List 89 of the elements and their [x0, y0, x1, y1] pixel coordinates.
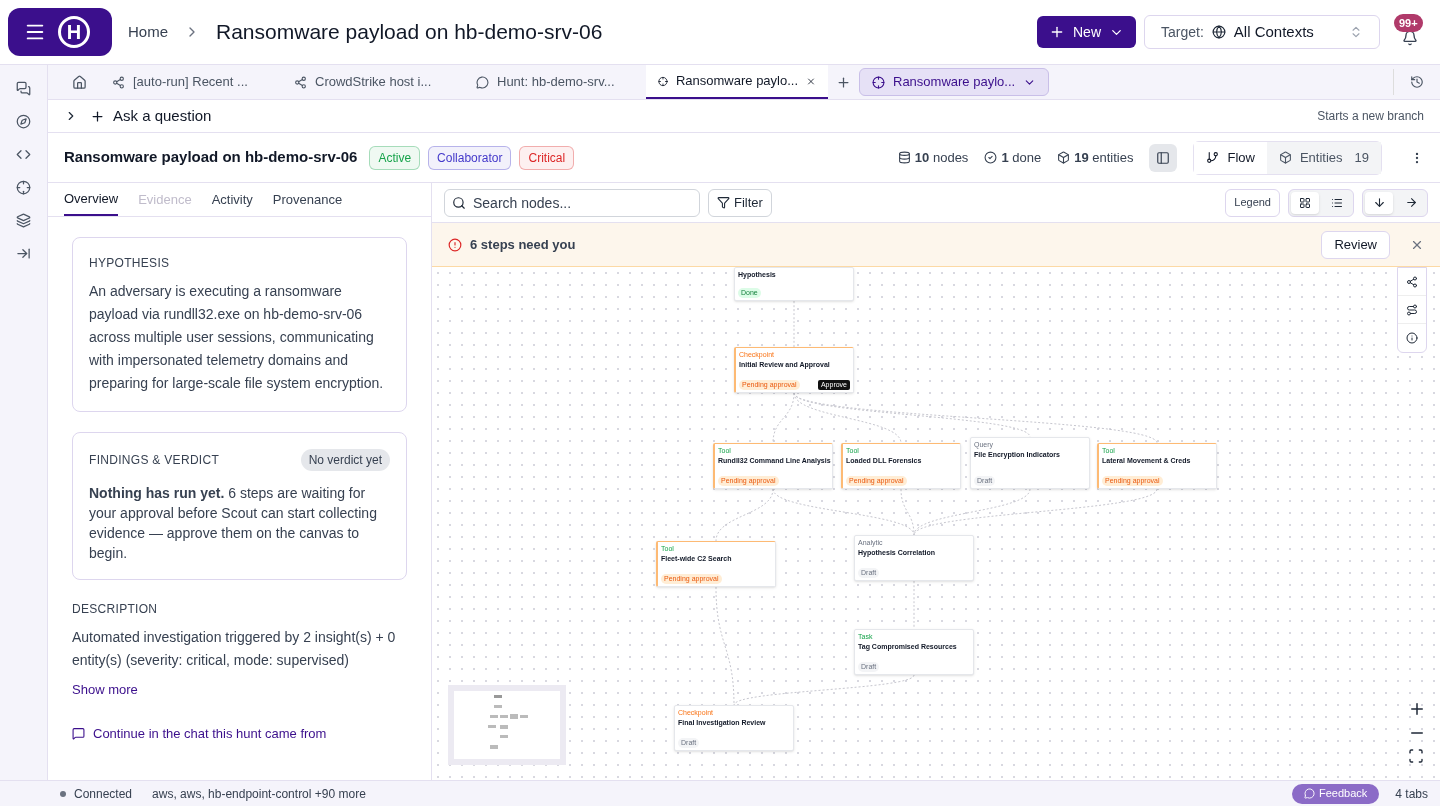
section-heading: DESCRIPTION: [72, 601, 159, 618]
view-toggle[interactable]: Entities 19: [1266, 141, 1381, 174]
database-icon: [897, 151, 911, 164]
crosshair-icon: [658, 74, 668, 88]
fit-view-icon[interactable]: [1408, 748, 1424, 764]
page-title: Ransomware payload on hb-demo-srv-06: [216, 19, 603, 46]
add-tab-icon[interactable]: [836, 74, 851, 90]
stat-text: 1 done: [1001, 148, 1042, 167]
alert-icon: [448, 237, 462, 252]
tab[interactable]: [auto-run] Recent ...: [100, 65, 282, 99]
findings-text: Nothing has run yet. 6 steps are waiting for your approval before Scout can start collecting evidence — approve them on the canvas to begin.: [89, 484, 378, 563]
new-button[interactable]: New: [1037, 16, 1136, 48]
expand-icon[interactable]: [16, 246, 31, 261]
breadcrumb-link[interactable]: Home: [128, 20, 168, 44]
legend-button[interactable]: Legend: [1225, 188, 1280, 217]
history-icon[interactable]: [1410, 75, 1424, 89]
review-button[interactable]: Review: [1321, 230, 1390, 259]
status-badge: Active: [369, 145, 421, 170]
search-field[interactable]: Search nodes...: [444, 188, 700, 217]
sources-text: aws, aws, hb-endpoint-control +90 more: [152, 785, 366, 803]
hunt-title: Ransomware payload on hb-demo-srv-06: [64, 147, 358, 168]
stat-text: 19 entities: [1074, 148, 1134, 167]
tab[interactable]: Ransomware paylo...: [646, 65, 828, 99]
plus-icon: [1049, 24, 1065, 40]
target-select[interactable]: Target: All Contexts: [1144, 15, 1380, 49]
home-icon: [72, 74, 87, 90]
chat-icon[interactable]: [16, 81, 31, 96]
share-icon: [294, 75, 307, 89]
tab[interactable]: CrowdStrike host i...: [282, 65, 464, 99]
filter-button[interactable]: Filter: [708, 188, 772, 217]
layers-icon[interactable]: [16, 213, 31, 228]
tab-label: Ransomware paylo...: [675, 72, 799, 91]
chat-link[interactable]: Continue in the chat this hunt came from: [72, 723, 407, 743]
compass-icon[interactable]: [16, 114, 31, 129]
card-heading: HYPOTHESIS: [89, 255, 171, 272]
notification-badge: 99+: [1394, 14, 1423, 32]
chat-icon: [1304, 788, 1315, 799]
panel-tab[interactable]: Activity: [211, 183, 253, 216]
arrow-down-icon: [1372, 196, 1386, 209]
panel-tab[interactable]: Overview: [64, 183, 119, 216]
cube-icon: [1278, 151, 1292, 164]
tab-label: CrowdStrike host i...: [315, 73, 432, 92]
check-circle-icon: [984, 151, 998, 164]
globe-icon: [1211, 25, 1226, 39]
plus-icon: [90, 108, 105, 124]
feedback-button[interactable]: Feedback: [1292, 783, 1380, 804]
banner-text: 6 steps need you: [470, 235, 576, 254]
tab-dropdown[interactable]: Ransomware paylo...: [859, 68, 1050, 96]
grid-icon: [1299, 196, 1311, 209]
filter-icon: [717, 196, 730, 209]
info-icon[interactable]: [1406, 332, 1418, 344]
share-icon: [112, 75, 125, 89]
cube-icon: [1057, 151, 1071, 164]
target-value: All Contexts: [1233, 21, 1314, 42]
search-icon: [452, 195, 466, 210]
branch-hint: Starts a new branch: [1317, 108, 1424, 125]
panel-icon[interactable]: [1156, 150, 1171, 165]
branch-icon: [1206, 151, 1220, 164]
connection-status: Connected: [74, 785, 133, 803]
share-icon[interactable]: [1406, 275, 1418, 288]
tabs-count: 4 tabs: [1395, 785, 1428, 803]
card-heading: FINDINGS & VERDICT: [89, 452, 220, 469]
zoom-in-icon[interactable]: [1408, 700, 1426, 718]
logo-mark: H: [58, 16, 90, 48]
verdict-pill: No verdict yet: [300, 449, 390, 471]
route-icon[interactable]: [1406, 303, 1418, 316]
status-badge: Critical: [519, 145, 575, 170]
chat-icon: [72, 726, 85, 740]
bell-icon[interactable]: [1402, 30, 1418, 46]
app-logo[interactable]: H: [8, 8, 112, 56]
stat-text: 10 nodes: [914, 148, 969, 167]
tab-label: Hunt: hb-demo-srv...: [497, 73, 615, 92]
tab-label: [auto-run] Recent ...: [133, 73, 248, 92]
arrow-right-icon: [1404, 196, 1418, 209]
status-badge: Collaborator: [428, 145, 512, 170]
crosshair-icon: [872, 75, 885, 89]
target-label: Target:: [1161, 22, 1204, 42]
layout-toggle[interactable]: [1291, 191, 1319, 214]
list-icon: [1331, 196, 1343, 209]
code-icon[interactable]: [16, 147, 31, 162]
direction-toggle[interactable]: [1365, 191, 1393, 214]
ask-question-button[interactable]: Ask a question: [90, 104, 212, 128]
hypothesis-text: An adversary is executing a ransomware payload via rundll32.exe on hb-demo-srv-06 across multiple user sessions, communicating with impersonated telemetry domains and preparing for large-scale file system encryption.: [89, 282, 385, 393]
show-more-link[interactable]: Show more: [72, 680, 407, 700]
tab[interactable]: Hunt: hb-demo-srv...: [464, 65, 646, 99]
crosshair-icon[interactable]: [16, 180, 31, 195]
chat-icon: [476, 75, 489, 89]
panel-tab[interactable]: Provenance: [272, 183, 343, 216]
description-text: Automated investigation triggered by 2 insight(s) + 0 entity(s) (severity: critical, mode: supervised): [72, 628, 397, 670]
